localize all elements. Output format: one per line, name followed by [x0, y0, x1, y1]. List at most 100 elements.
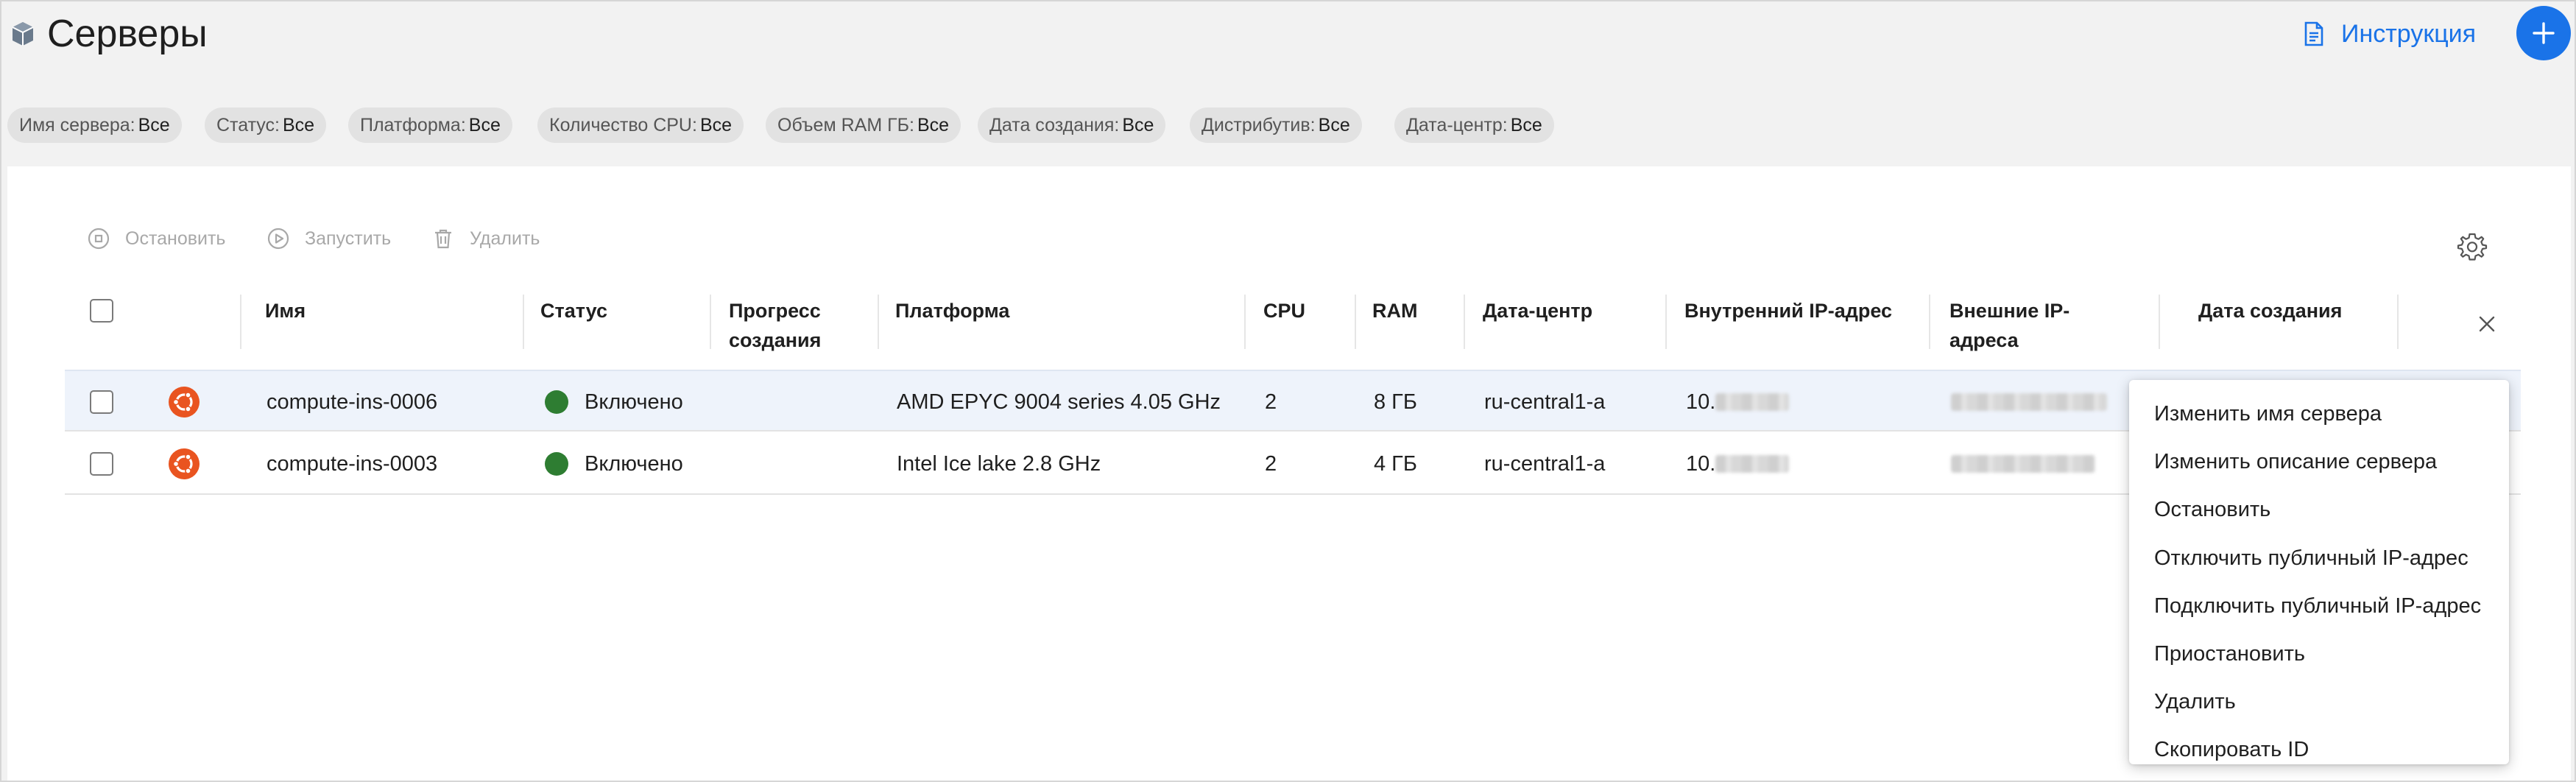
column-header-cpu[interactable]: CPU: [1263, 289, 1305, 370]
column-divider: [1355, 295, 1356, 349]
status-indicator: [545, 452, 568, 476]
external-ip-cell: [1951, 371, 2107, 433]
internal-ip-cell: 10.: [1686, 371, 1790, 433]
status-text: Включено: [585, 451, 683, 476]
row-checkbox[interactable]: [90, 452, 113, 476]
table-header: Имя Статус Прогресс создания Платформа C…: [65, 289, 2521, 370]
column-divider: [1244, 295, 1246, 349]
filter-value: Все: [138, 114, 170, 135]
filter-value: Все: [1122, 114, 1154, 135]
status-cell: Включено: [545, 433, 683, 495]
status-indicator: [545, 390, 568, 414]
filter-label: Платформа:: [360, 114, 466, 135]
page-title: Серверы: [47, 13, 208, 55]
ram-cell: 4 ГБ: [1374, 451, 1417, 476]
external-ip-cell: [1951, 433, 2095, 495]
column-divider: [240, 295, 241, 349]
column-divider: [1665, 295, 1667, 349]
column-header-progress[interactable]: Прогресс создания: [729, 289, 854, 370]
close-icon[interactable]: [2472, 309, 2502, 339]
column-header-internal-ip[interactable]: Внутренний IP-адрес: [1684, 289, 1892, 370]
os-cell: [168, 433, 200, 495]
filter-value: Все: [917, 114, 950, 135]
ubuntu-icon: [169, 448, 200, 479]
instruction-label: Инструкция: [2341, 19, 2477, 48]
platform-cell: AMD EPYC 9004 series 4.05 GHz: [897, 390, 1221, 414]
servers-table: Имя Статус Прогресс создания Платформа C…: [65, 289, 2521, 495]
start-label: Запустить: [305, 228, 392, 249]
filter-value: Все: [1318, 114, 1350, 135]
filter-label: Дистрибутив:: [1201, 114, 1316, 135]
column-divider: [1464, 295, 1465, 349]
os-cell: [168, 371, 200, 433]
menu-item-attach-public-ip[interactable]: Подключить публичный IP-адрес: [2129, 582, 2509, 630]
play-circle-icon: [267, 228, 289, 250]
menu-item-copy-id[interactable]: Скопировать ID: [2129, 726, 2509, 774]
instruction-link[interactable]: Инструкция: [2303, 16, 2476, 52]
column-divider: [2397, 295, 2399, 349]
server-name[interactable]: compute-ins-0006: [267, 371, 437, 433]
filter-chip-server-name[interactable]: Имя сервера: Все: [7, 108, 182, 143]
filter-value: Все: [468, 114, 501, 135]
select-all-cell: [90, 289, 113, 333]
internal-ip-prefix: 10.: [1686, 390, 1716, 414]
internal-ip-cell: 10.: [1686, 433, 1790, 495]
plus-icon: [2533, 22, 2555, 44]
document-icon: [2304, 21, 2323, 46]
column-header-external-ip[interactable]: Внешние IP-адреса: [1949, 289, 2097, 370]
filter-label: Статус:: [216, 114, 280, 135]
stop-label: Остановить: [125, 228, 226, 249]
filter-chip-datacenter[interactable]: Дата-центр: Все: [1394, 108, 1554, 143]
start-button[interactable]: Запустить: [267, 222, 391, 255]
redacted-text: [1715, 393, 1790, 411]
menu-item-edit-description[interactable]: Изменить описание сервера: [2129, 438, 2509, 486]
menu-item-rename[interactable]: Изменить имя сервера: [2129, 390, 2509, 438]
gear-icon[interactable]: [2456, 231, 2488, 264]
delete-label: Удалить: [470, 228, 540, 249]
column-header-ram[interactable]: RAM: [1372, 289, 1418, 370]
delete-button[interactable]: Удалить: [431, 222, 540, 255]
redacted-text: [1951, 455, 2095, 473]
status-cell: Включено: [545, 371, 683, 433]
status-text: Включено: [585, 390, 683, 414]
filter-chip-ram[interactable]: Объем RAM ГБ: Все: [766, 108, 961, 143]
stop-button[interactable]: Остановить: [87, 222, 225, 255]
filter-label: Количество CPU:: [549, 114, 697, 135]
column-header-datacenter[interactable]: Дата-центр: [1483, 289, 1592, 370]
redacted-text: [1951, 393, 2107, 411]
filter-value: Все: [699, 114, 733, 135]
row-checkbox[interactable]: [90, 390, 113, 414]
filter-label: Имя сервера:: [19, 114, 135, 135]
column-header-platform[interactable]: Платформа: [895, 289, 1009, 370]
filter-chip-platform[interactable]: Платформа: Все: [348, 108, 512, 143]
internal-ip-prefix: 10.: [1686, 451, 1716, 476]
server-name[interactable]: compute-ins-0003: [267, 433, 437, 495]
cube-icon: [12, 22, 34, 46]
column-header-created[interactable]: Дата создания: [2198, 289, 2342, 370]
datacenter-cell: ru-central1-a: [1484, 390, 1606, 414]
server-context-menu: Изменить имя сервера Изменить описание с…: [2129, 380, 2509, 764]
datacenter-cell: ru-central1-a: [1484, 451, 1606, 476]
stop-circle-icon: [88, 228, 110, 250]
filter-value: Все: [1510, 114, 1542, 135]
menu-item-detach-public-ip[interactable]: Отключить публичный IP-адрес: [2129, 535, 2509, 582]
row-checkbox-cell: [90, 433, 113, 495]
filter-chip-status[interactable]: Статус: Все: [205, 108, 327, 143]
menu-item-delete[interactable]: Удалить: [2129, 678, 2509, 726]
menu-item-suspend[interactable]: Приостановить: [2129, 630, 2509, 678]
filter-label: Объем RAM ГБ:: [777, 114, 914, 135]
add-server-button[interactable]: [2516, 6, 2571, 60]
column-header-status[interactable]: Статус: [540, 289, 607, 370]
column-divider: [1929, 295, 1930, 349]
column-divider: [523, 295, 524, 349]
select-all-checkbox[interactable]: [90, 299, 113, 323]
column-header-name[interactable]: Имя: [265, 289, 306, 370]
filter-label: Дата-центр:: [1406, 114, 1508, 135]
filter-chip-cpu-count[interactable]: Количество CPU: Все: [537, 108, 744, 143]
filter-chip-distribution[interactable]: Дистрибутив: Все: [1190, 108, 1362, 143]
filter-chip-created-date[interactable]: Дата создания: Все: [978, 108, 1166, 143]
row-checkbox-cell: [90, 371, 113, 433]
cpu-cell: 2: [1265, 451, 1277, 476]
cpu-cell: 2: [1265, 390, 1277, 414]
menu-item-stop[interactable]: Остановить: [2129, 486, 2509, 534]
